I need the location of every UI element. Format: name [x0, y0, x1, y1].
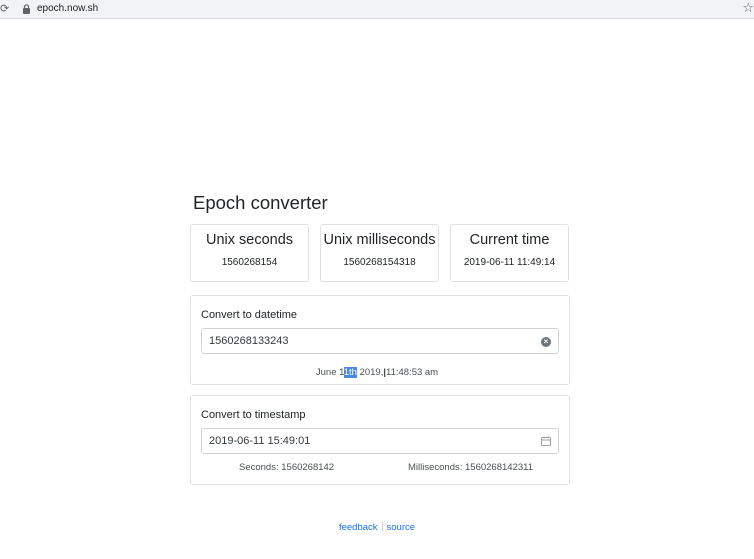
text-cursor-icon: I — [383, 366, 387, 380]
panel-title: Convert to datetime — [201, 309, 297, 321]
seconds-result: Seconds: 1560268142 — [239, 462, 335, 473]
footer: feedback source — [0, 522, 754, 534]
card-title: Unix seconds — [205, 232, 294, 248]
card-title: Current time — [469, 232, 550, 248]
selected-text: 1th — [343, 367, 357, 378]
source-link[interactable]: source — [387, 522, 416, 533]
card-value: 1560268154318 — [343, 257, 416, 268]
current-time-card: Current time 2019-06-11 11:49:14 — [450, 224, 569, 282]
browser-address-bar: ⟳ epoch.now.sh ☆ — [0, 0, 754, 19]
url-text[interactable]: epoch.now.sh — [37, 3, 98, 15]
result-text-start: June 1 — [315, 367, 344, 378]
unix-seconds-card: Unix seconds 1560268154 — [190, 224, 309, 282]
timestamp-input[interactable]: 1560268133243 × — [201, 328, 559, 354]
lock-icon — [23, 4, 30, 14]
datetime-input[interactable]: 2019-06-11 15:49:01 — [201, 428, 559, 454]
card-title: Unix milliseconds — [323, 232, 436, 248]
result-text-end: 2019, 11:48:53 am — [356, 367, 439, 378]
star-icon[interactable]: ☆ — [742, 1, 754, 15]
calendar-icon[interactable] — [541, 436, 551, 446]
datetime-result: June 11th 2019, 11:48:53 am — [0, 367, 754, 379]
page-title: Epoch converter — [193, 192, 328, 213]
milliseconds-result: Milliseconds: 1560268142311 — [408, 462, 533, 473]
datetime-input-value[interactable]: 2019-06-11 15:49:01 — [209, 435, 310, 448]
reload-icon[interactable]: ⟳ — [0, 2, 9, 16]
feedback-link[interactable]: feedback — [339, 522, 378, 533]
panel-title: Convert to timestamp — [201, 409, 306, 421]
unix-milliseconds-card: Unix milliseconds 1560268154318 — [320, 224, 439, 282]
clear-icon[interactable]: × — [541, 337, 551, 347]
footer-divider — [381, 522, 383, 531]
timestamp-input-value[interactable]: 1560268133243 — [209, 335, 289, 348]
card-value: 2019-06-11 11:49:14 — [463, 257, 556, 268]
card-value: 1560268154 — [221, 257, 278, 268]
